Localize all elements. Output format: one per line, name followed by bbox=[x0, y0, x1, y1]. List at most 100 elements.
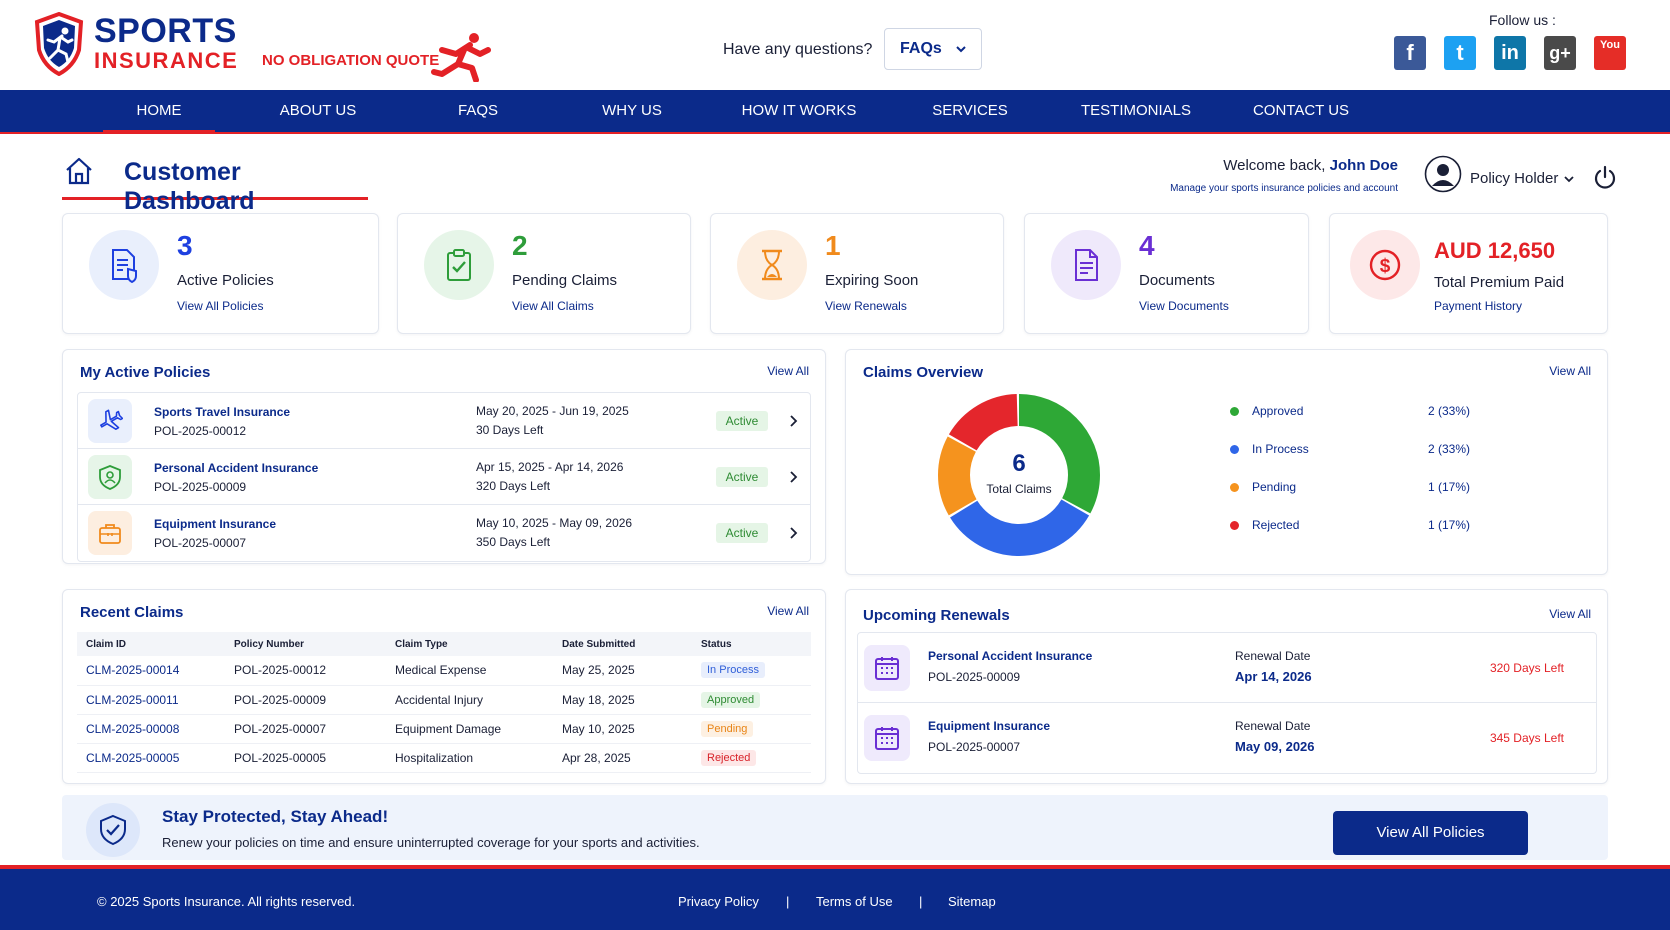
table-row[interactable]: CLM-2025-00014 POL-2025-00012 Medical Expe… bbox=[77, 656, 811, 686]
renewal-policy-number: POL-2025-00007 bbox=[928, 740, 1021, 754]
stat-card-documents: 4 Documents View Documents bbox=[1024, 213, 1309, 334]
runner-icon bbox=[431, 33, 491, 82]
list-item[interactable]: Equipment Insurance POL-2025-00007 May 1… bbox=[78, 505, 810, 561]
table-cell: Hospitalization bbox=[386, 743, 553, 773]
table-cell: Apr 28, 2025 bbox=[553, 743, 692, 773]
stat-label: Active Policies bbox=[177, 272, 274, 289]
chevron-down-icon[interactable] bbox=[1564, 174, 1574, 184]
column-header: Status bbox=[692, 632, 811, 656]
nav-item-home[interactable]: HOME bbox=[103, 90, 215, 134]
table-row[interactable]: CLM-2025-00011 POL-2025-00009 Accidental I… bbox=[77, 685, 811, 715]
claim-id-link[interactable]: CLM-2025-00011 bbox=[77, 685, 225, 715]
claim-id-link[interactable]: CLM-2025-00005 bbox=[77, 743, 225, 773]
sitemap-link[interactable]: Sitemap bbox=[948, 894, 996, 909]
dashboard-title-block: Customer Dashboard bbox=[62, 152, 368, 215]
list-item[interactable]: Personal Accident Insurance POL-2025-000… bbox=[78, 449, 810, 505]
terms-of-use-link[interactable]: Terms of Use bbox=[816, 894, 893, 909]
faqs-dropdown[interactable]: FAQs bbox=[884, 28, 982, 70]
status-badge: Active bbox=[716, 523, 768, 543]
follow-us-label: Follow us : bbox=[1489, 12, 1556, 28]
view-all-link[interactable]: View All bbox=[1549, 607, 1591, 621]
home-icon[interactable] bbox=[64, 156, 94, 186]
view-all-claims-link[interactable]: View All Claims bbox=[512, 299, 594, 313]
payment-history-link[interactable]: Payment History bbox=[1434, 299, 1522, 313]
social-links: f t in g+ You bbox=[1394, 36, 1626, 70]
list-item[interactable]: Sports Travel Insurance POL-2025-00012 M… bbox=[78, 393, 810, 449]
welcome-subtitle: Manage your sports insurance policies an… bbox=[1170, 183, 1398, 194]
table-row[interactable]: CLM-2025-00005 POL-2025-00005 Hospitalizat… bbox=[77, 743, 811, 773]
view-renewals-link[interactable]: View Renewals bbox=[825, 299, 907, 313]
legend-dot bbox=[1230, 483, 1239, 492]
active-policies-panel: My Active Policies View All Sports Trave… bbox=[62, 349, 826, 564]
logo-wordmark[interactable]: SPORTS INSURANCE bbox=[94, 14, 238, 72]
banner-subtitle: Renew your policies on time and ensure u… bbox=[162, 835, 700, 850]
chevron-right-icon[interactable] bbox=[788, 527, 798, 539]
table-cell: Equipment Damage bbox=[386, 714, 553, 744]
policy-list: Sports Travel Insurance POL-2025-00012 M… bbox=[77, 392, 811, 562]
site-footer: © 2025 Sports Insurance. All rights rese… bbox=[0, 865, 1670, 930]
no-obligation-quote-link[interactable]: NO OBLIGATION QUOTE bbox=[262, 52, 439, 69]
clipboard-check-icon bbox=[424, 230, 494, 300]
svg-text:$: $ bbox=[1380, 256, 1391, 277]
stat-card-expiring-soon: 1 Expiring Soon View Renewals bbox=[710, 213, 1004, 334]
calendar-icon bbox=[864, 645, 910, 691]
view-all-link[interactable]: View All bbox=[767, 364, 809, 378]
user-role-dropdown[interactable]: Policy Holder bbox=[1470, 170, 1558, 187]
donut-total-value: 6 bbox=[1012, 450, 1026, 477]
column-header: Claim ID bbox=[77, 632, 225, 656]
linkedin-icon[interactable]: in bbox=[1494, 36, 1526, 70]
stat-label: Expiring Soon bbox=[825, 272, 919, 289]
table-cell: May 25, 2025 bbox=[553, 656, 692, 686]
twitter-icon[interactable]: t bbox=[1444, 36, 1476, 70]
view-all-policies-button[interactable]: View All Policies bbox=[1333, 811, 1528, 855]
claim-id-link[interactable]: CLM-2025-00014 bbox=[77, 656, 225, 686]
power-icon[interactable] bbox=[1593, 165, 1617, 189]
footer-separator: | bbox=[786, 894, 790, 909]
nav-item-how-it-works[interactable]: HOW IT WORKS bbox=[736, 90, 862, 132]
view-all-link[interactable]: View All bbox=[1549, 364, 1591, 378]
nav-item-faqs[interactable]: FAQS bbox=[448, 90, 508, 132]
nav-item-about-us[interactable]: ABOUT US bbox=[268, 90, 368, 132]
view-all-policies-link[interactable]: View All Policies bbox=[177, 299, 263, 313]
claim-id-link[interactable]: CLM-2025-00008 bbox=[77, 714, 225, 744]
nav-item-why-us[interactable]: WHY US bbox=[592, 90, 672, 132]
stat-label: Pending Claims bbox=[512, 272, 618, 289]
chevron-right-icon[interactable] bbox=[788, 471, 798, 483]
view-all-link[interactable]: View All bbox=[767, 604, 809, 618]
list-item[interactable]: Equipment Insurance POL-2025-00007 Renew… bbox=[858, 703, 1596, 773]
facebook-icon[interactable]: f bbox=[1394, 36, 1426, 70]
policy-name: Equipment Insurance bbox=[154, 517, 277, 531]
privacy-policy-link[interactable]: Privacy Policy bbox=[678, 894, 759, 909]
nav-item-testimonials[interactable]: TESTIMONIALS bbox=[1073, 90, 1199, 132]
legend-value: 1 (17%) bbox=[1428, 480, 1471, 494]
table-cell: POL-2025-00009 bbox=[225, 685, 386, 715]
renewal-days-left: 320 Days Left bbox=[1489, 661, 1564, 675]
renewal-date-label: Renewal Date bbox=[1235, 649, 1311, 663]
google-plus-icon[interactable]: g+ bbox=[1544, 36, 1576, 70]
list-item[interactable]: Personal Accident Insurance POL-2025-000… bbox=[858, 633, 1596, 703]
policy-dates: May 20, 2025 - Jun 19, 2025 bbox=[476, 404, 629, 418]
stat-card-pending-claims: 2 Pending Claims View All Claims bbox=[397, 213, 691, 334]
nav-item-contact-us[interactable]: CONTACT US bbox=[1248, 90, 1354, 132]
avatar[interactable] bbox=[1424, 155, 1462, 193]
shield-runner-logo-icon[interactable] bbox=[34, 12, 84, 76]
table-header-row: Claim ID Policy Number Claim Type Date S… bbox=[77, 632, 811, 656]
table-cell: May 10, 2025 bbox=[553, 714, 692, 744]
copyright-text: © 2025 Sports Insurance. All rights rese… bbox=[97, 894, 356, 909]
chevron-right-icon[interactable] bbox=[788, 415, 798, 427]
user-name: John Doe bbox=[1329, 157, 1398, 174]
stat-value: 3 bbox=[177, 230, 193, 261]
policy-days-left: 30 Days Left bbox=[476, 423, 544, 437]
policy-name: Personal Accident Insurance bbox=[154, 461, 319, 475]
table-cell: POL-2025-00007 bbox=[225, 714, 386, 744]
dollar-icon: $ bbox=[1350, 230, 1420, 300]
table-row[interactable]: CLM-2025-00008 POL-2025-00007 Equipment Da… bbox=[77, 714, 811, 744]
renewal-date: May 09, 2026 bbox=[1235, 739, 1315, 754]
renewal-policy-name: Equipment Insurance bbox=[928, 719, 1051, 733]
logo-sports-text: SPORTS bbox=[94, 12, 237, 50]
page-title: Customer Dashboard bbox=[124, 158, 255, 215]
youtube-icon[interactable]: You bbox=[1594, 36, 1626, 70]
nav-item-services[interactable]: SERVICES bbox=[926, 90, 1014, 132]
calendar-icon bbox=[864, 715, 910, 761]
view-documents-link[interactable]: View Documents bbox=[1139, 299, 1229, 313]
